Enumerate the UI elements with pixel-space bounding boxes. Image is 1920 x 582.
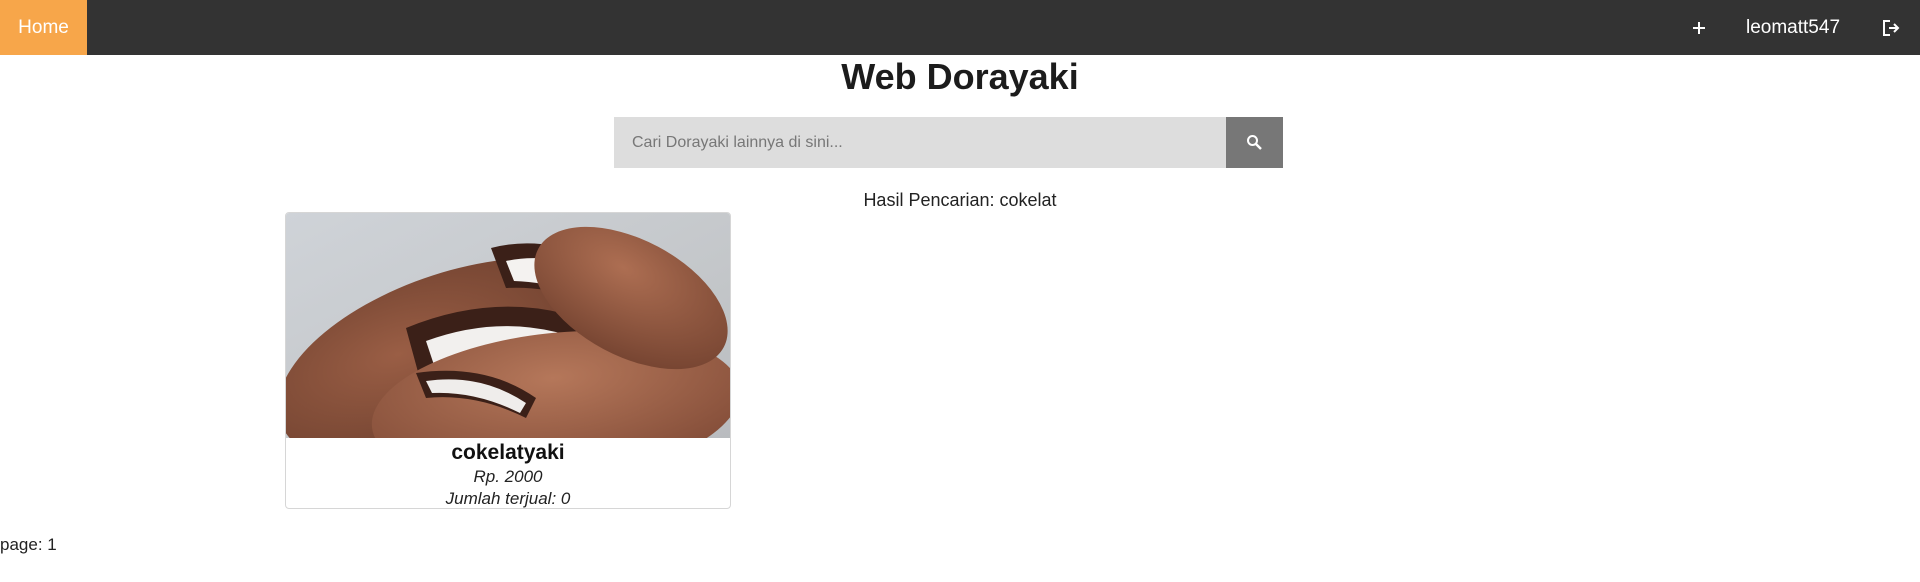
product-sold-count: Jumlah terjual: 0 [445, 489, 571, 508]
search-button[interactable] [1226, 117, 1283, 168]
plus-icon [1693, 21, 1705, 34]
search-input[interactable] [614, 117, 1226, 168]
search-bar [614, 117, 1283, 168]
page-number: page: 1 [0, 535, 57, 554]
page-title: Web Dorayaki [841, 56, 1079, 97]
product-price: Rp. 2000 [473, 467, 543, 486]
product-image [286, 213, 730, 438]
search-icon [1247, 135, 1262, 150]
add-dorayaki-button[interactable] [1684, 0, 1714, 55]
logout-icon [1883, 19, 1900, 36]
product-name: cokelatyaki [451, 441, 565, 464]
username-link[interactable]: leomatt547 [1746, 0, 1840, 55]
top-navbar: Home leomatt547 [0, 0, 1920, 55]
product-card[interactable]: cokelatyaki Rp. 2000 Jumlah terjual: 0 [285, 212, 731, 509]
search-result-label: Hasil Pencarian: cokelat [863, 190, 1057, 210]
nav-home-link[interactable]: Home [0, 0, 87, 55]
logout-button[interactable] [1876, 0, 1906, 55]
